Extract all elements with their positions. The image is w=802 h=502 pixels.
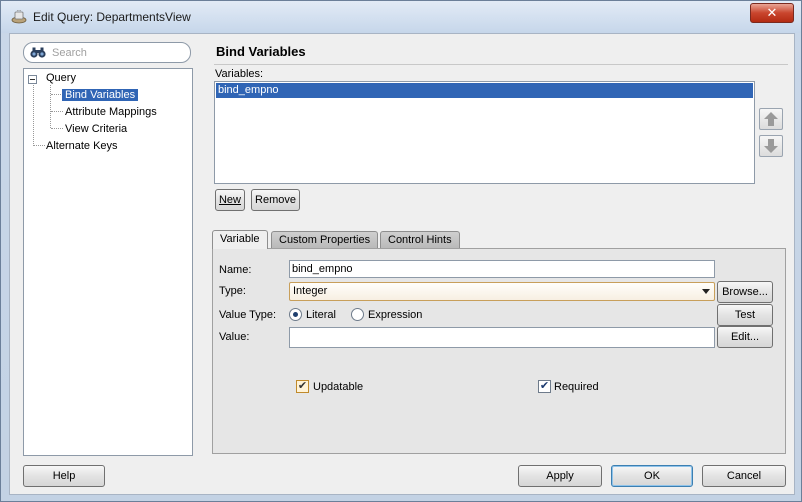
value-field[interactable] <box>289 327 715 348</box>
tree-connector <box>34 145 45 146</box>
cancel-button[interactable]: Cancel <box>702 465 786 487</box>
tree-node-bind-variables[interactable]: Bind Variables <box>62 87 139 103</box>
type-dropdown[interactable]: Integer <box>289 282 715 301</box>
arrow-down-icon <box>764 139 778 153</box>
tab-variable[interactable]: Variable <box>212 230 268 249</box>
remove-button-label: Remove <box>255 194 296 206</box>
updatable-checkbox[interactable]: ✔ <box>296 380 309 393</box>
remove-button[interactable]: Remove <box>251 189 300 211</box>
search-box[interactable] <box>23 42 191 63</box>
tree-node-label: Bind Variables <box>62 89 139 101</box>
dialog-content: Query Bind Variables Attribute Mappings … <box>9 33 795 495</box>
required-label: Required <box>554 381 599 393</box>
title-bar[interactable]: Edit Query: DepartmentsView ✕ <box>1 1 801 33</box>
tree-node-label: Alternate Keys <box>46 140 118 152</box>
tree-node-label: Query <box>46 72 76 84</box>
close-icon: ✕ <box>766 5 778 20</box>
type-label: Type: <box>219 285 246 297</box>
type-selected-value: Integer <box>293 285 328 297</box>
literal-radio[interactable] <box>289 308 302 321</box>
apply-button[interactable]: Apply <box>518 465 602 487</box>
tab-control-hints[interactable]: Control Hints <box>380 231 460 249</box>
required-checkbox[interactable]: ✔ <box>538 380 551 393</box>
chevron-down-icon <box>702 289 710 294</box>
dialog-window: Edit Query: DepartmentsView ✕ Query <box>0 0 802 502</box>
tab-custom-properties[interactable]: Custom Properties <box>271 231 379 249</box>
close-button[interactable]: ✕ <box>750 3 794 23</box>
tree-node-view-criteria[interactable]: View Criteria <box>65 121 127 137</box>
tree-connector <box>51 128 63 129</box>
app-icon <box>11 10 27 24</box>
help-button[interactable]: Help <box>23 465 105 487</box>
test-button[interactable]: Test <box>717 304 773 326</box>
tree-node-query[interactable]: Query <box>46 70 76 86</box>
browse-button[interactable]: Browse... <box>717 281 773 303</box>
edit-button[interactable]: Edit... <box>717 326 773 348</box>
tree-node-label: Attribute Mappings <box>65 106 157 118</box>
arrow-up-icon <box>764 112 778 126</box>
tree-connector <box>51 111 63 112</box>
expression-label: Expression <box>368 309 423 321</box>
variable-tab-panel <box>212 248 786 454</box>
type-label-text: Type: <box>219 285 246 297</box>
name-label: Name: <box>219 264 252 276</box>
title-divider <box>214 64 788 65</box>
name-field[interactable]: bind_empno <box>289 260 715 278</box>
tree-connector <box>33 85 34 146</box>
tree-node-alternate-keys[interactable]: Alternate Keys <box>46 138 118 154</box>
collapse-toggle[interactable] <box>28 75 37 84</box>
search-input[interactable] <box>52 45 182 60</box>
tree-node-attribute-mappings[interactable]: Attribute Mappings <box>65 104 157 120</box>
window-title: Edit Query: DepartmentsView <box>33 10 191 24</box>
updatable-label: Updatable <box>313 381 364 393</box>
literal-label: Literal <box>306 309 336 321</box>
move-up-button[interactable] <box>759 108 783 130</box>
variables-label: Variables: <box>215 68 264 80</box>
tree-node-label: View Criteria <box>65 123 128 135</box>
new-button[interactable]: New <box>215 189 245 211</box>
ok-button[interactable]: OK <box>611 465 693 487</box>
expression-radio[interactable] <box>351 308 364 321</box>
value-label: Value: <box>219 331 250 343</box>
binoculars-icon <box>30 47 46 58</box>
navigation-tree: Query Bind Variables Attribute Mappings … <box>23 68 193 456</box>
move-down-button[interactable] <box>759 135 783 157</box>
tree-connector <box>50 85 51 128</box>
new-button-label: New <box>218 194 241 206</box>
variables-list[interactable]: bind_empno <box>214 81 755 184</box>
page-title: Bind Variables <box>216 44 306 59</box>
value-type-label: Value Type: <box>219 309 277 321</box>
list-item[interactable]: bind_empno <box>216 83 753 98</box>
